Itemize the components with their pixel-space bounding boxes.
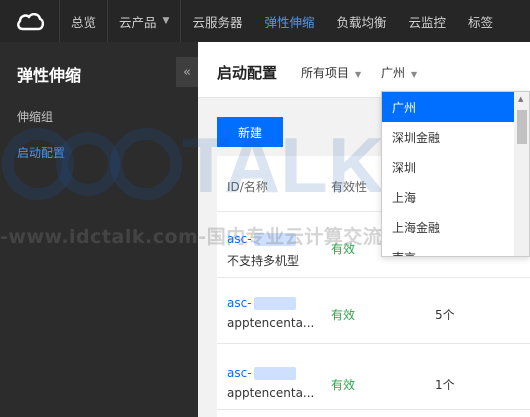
redacted-id bbox=[253, 233, 296, 246]
nav-load-balancer-label: 负载均衡 bbox=[336, 14, 387, 30]
config-name: apptencenta... bbox=[227, 386, 315, 400]
config-id-link[interactable]: asc- bbox=[227, 296, 296, 310]
region-option-shenzhen-finance[interactable]: 深圳金融 bbox=[382, 122, 514, 152]
column-header-id-name: ID/名称 bbox=[227, 180, 268, 194]
sidebar: 弹性伸缩 « 伸缩组 启动配置 bbox=[0, 42, 198, 417]
region-select[interactable]: 广州 ▼ bbox=[381, 64, 417, 81]
nav-cloud-products[interactable]: 云产品 ▼ bbox=[108, 0, 180, 42]
nav-tags-label: 标签 bbox=[468, 14, 494, 30]
nav-load-balancer[interactable]: 负载均衡 bbox=[325, 0, 397, 42]
project-select-value: 所有项目 bbox=[301, 66, 350, 80]
region-option-shanghai[interactable]: 上海 bbox=[382, 182, 514, 212]
cloud-logo-icon[interactable] bbox=[0, 0, 60, 42]
config-name: 不支持多机型 bbox=[227, 254, 300, 268]
chevron-down-icon: ▼ bbox=[411, 70, 418, 79]
caret-down-icon: ▼ bbox=[162, 16, 170, 26]
region-option-shanghai-finance[interactable]: 上海金融 bbox=[382, 212, 514, 242]
table-row: asc- apptencenta... 有效 1个 bbox=[217, 344, 530, 410]
redacted-id bbox=[253, 367, 296, 380]
config-id-link[interactable]: asc- bbox=[227, 232, 296, 246]
page-header: 启动配置 所有项目 ▼ 广州 ▼ bbox=[198, 42, 530, 98]
nav-auto-scaling[interactable]: 弹性伸缩 bbox=[253, 0, 325, 42]
region-option-shenzhen[interactable]: 深圳 bbox=[382, 152, 514, 182]
nav-overview-label: 总览 bbox=[71, 14, 97, 30]
scrollbar-thumb[interactable] bbox=[517, 110, 527, 144]
nav-cvm[interactable]: 云服务器 bbox=[181, 0, 253, 42]
validity-status: 有效 bbox=[331, 308, 356, 322]
chevron-down-icon: ▼ bbox=[355, 70, 362, 79]
config-name: apptencenta... bbox=[227, 316, 315, 330]
nav-monitor-label: 云监控 bbox=[408, 14, 447, 30]
top-navigation-bar: 总览 云产品 ▼ 云服务器 弹性伸缩 负载均衡 云监控 标签 bbox=[0, 0, 530, 42]
nav-auto-scaling-label: 弹性伸缩 bbox=[264, 14, 315, 30]
sidebar-item-scaling-group[interactable]: 伸缩组 bbox=[17, 108, 53, 125]
nav-overview[interactable]: 总览 bbox=[60, 0, 107, 42]
config-id-link[interactable]: asc- bbox=[227, 366, 296, 380]
new-button[interactable]: 新建 bbox=[217, 117, 283, 147]
table-row: asc- apptencenta... 有效 5个 bbox=[217, 278, 530, 344]
nav-cloud-products-label: 云产品 bbox=[119, 14, 157, 30]
redacted-id bbox=[253, 297, 296, 310]
region-select-value: 广州 bbox=[381, 66, 406, 80]
region-option-guangzhou[interactable]: 广州 bbox=[382, 92, 514, 122]
scroll-up-icon[interactable]: ▲ bbox=[518, 95, 523, 103]
config-id: asc- bbox=[227, 366, 252, 380]
instance-count: 5个 bbox=[435, 308, 455, 322]
sidebar-item-launch-config[interactable]: 启动配置 bbox=[17, 144, 65, 161]
instance-count: 1个 bbox=[435, 378, 455, 392]
nav-tags[interactable]: 标签 bbox=[457, 0, 504, 42]
column-header-validity: 有效性 bbox=[331, 180, 368, 194]
page-title: 启动配置 bbox=[217, 64, 278, 82]
validity-status: 有效 bbox=[331, 242, 356, 256]
validity-status: 有效 bbox=[331, 378, 356, 392]
region-option-nanjing[interactable]: 南京 bbox=[382, 242, 514, 257]
region-dropdown: 广州 深圳金融 深圳 上海 上海金融 南京 ▲ bbox=[381, 91, 530, 257]
project-select[interactable]: 所有项目 ▼ bbox=[301, 64, 361, 81]
sidebar-title: 弹性伸缩 bbox=[17, 66, 82, 85]
nav-cvm-label: 云服务器 bbox=[192, 14, 243, 30]
config-id: asc- bbox=[227, 296, 252, 310]
collapse-sidebar-icon[interactable]: « bbox=[176, 57, 198, 87]
config-id: asc- bbox=[227, 232, 252, 246]
nav-monitor[interactable]: 云监控 bbox=[398, 0, 458, 42]
